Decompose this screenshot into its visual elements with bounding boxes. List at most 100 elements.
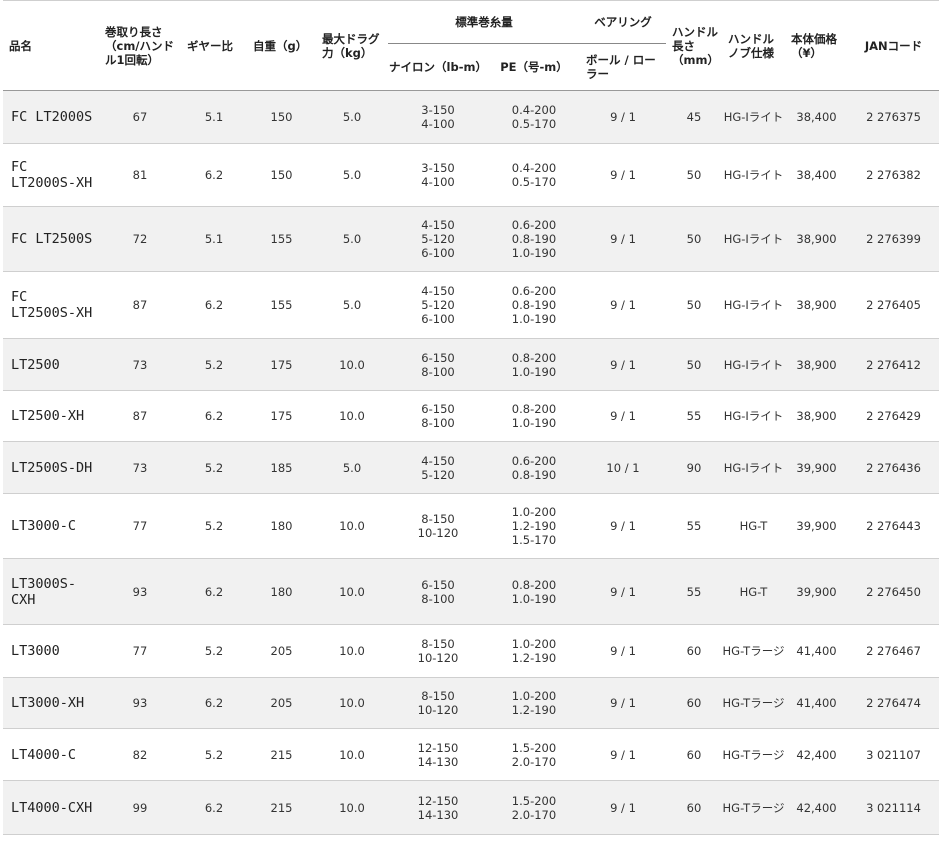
cell-drag: 10.0 <box>339 519 365 533</box>
cell-retrieve: 77 <box>132 644 148 658</box>
cell-handle-length: 60 <box>686 800 702 815</box>
cell-pe-line: 0.4-200 <box>511 161 557 175</box>
cell-drag: 5.0 <box>342 168 362 182</box>
cell-nylon: 8-150 10-120 <box>388 625 488 678</box>
cell-drag: 10.0 <box>339 584 365 599</box>
cell-pe: 1.5-200 2.0-170 <box>488 781 580 835</box>
cell-nylon-line: 10-120 <box>417 651 459 665</box>
cell-retrieve: 99 <box>132 800 148 815</box>
cell-name: LT3000-XH <box>11 695 85 711</box>
cell-pe-line: 0.8-200 <box>511 577 557 592</box>
cell-retrieve: 93 <box>132 696 148 710</box>
cell-pe-line: 0.6-200 <box>511 218 557 232</box>
header-knob: ハンドルノブ仕様 <box>728 31 774 60</box>
cell-nylon-line: 6-100 <box>421 312 455 326</box>
cell-pe-line: 0.6-200 <box>511 284 557 298</box>
cell-pe-line: 1.5-200 <box>511 793 557 808</box>
cell-nylon-line: 5-120 <box>421 467 455 482</box>
cell-pe-line: 1.0-200 <box>511 689 557 703</box>
cell-pe-line: 0.6-200 <box>511 453 557 468</box>
cell-name: FC LT2500S-XH <box>11 289 93 321</box>
cell-name: FC LT2500S <box>11 231 93 247</box>
cell-jan: 3 021107 <box>866 747 921 762</box>
cell-price: 38,900 <box>796 232 837 246</box>
cell-drag: 10.0 <box>339 800 365 815</box>
cell-retrieve: 72 <box>132 232 148 246</box>
cell-price: 38,900 <box>796 357 837 372</box>
cell-handle-length: 50 <box>686 168 702 182</box>
cell-nylon-line: 10-120 <box>417 703 459 717</box>
cell-nylon-line: 8-100 <box>421 591 455 606</box>
cell-nylon-line: 4-150 <box>421 453 455 468</box>
table-row: LT3000S-CXH 93 6.2 180 10.0 6-150 8-100 0.8-200… <box>3 558 939 625</box>
table-row: LT4000-C 82 5.2 215 10.0 12-150 14-130 1.5-200 2… <box>3 729 939 781</box>
cell-bearing: 9 / 1 <box>610 357 636 372</box>
cell-pe-line: 2.0-170 <box>511 754 557 769</box>
header-pe: PE（号-m） <box>500 60 568 74</box>
cell-gear: 6.2 <box>204 409 224 423</box>
table-row: LT2500-XH 87 6.2 175 10.0 6-150 8-100 0.8-200 1.… <box>3 391 939 442</box>
cell-name: LT2500S-DH <box>11 459 93 476</box>
cell-nylon: 6-150 8-100 <box>388 559 488 625</box>
cell-pe-line: 0.8-200 <box>511 350 557 365</box>
cell-pe-line: 1.0-190 <box>511 416 557 430</box>
cell-pe-line: 0.5-170 <box>511 117 557 131</box>
cell-jan: 2 276429 <box>866 409 921 423</box>
cell-nylon-line: 5-120 <box>421 232 455 246</box>
table-row: LT2500 73 5.2 175 10.0 6-150 8-100 0.8-200 1.0-1… <box>3 338 939 391</box>
cell-bearing: 9 / 1 <box>610 696 636 710</box>
cell-price: 38,900 <box>796 298 837 312</box>
cell-price: 39,900 <box>796 584 837 599</box>
table-body: FC LT2000S 67 5.1 150 5.0 3-150 4-100 0.4-200 0.… <box>3 90 939 835</box>
cell-bearing: 9 / 1 <box>610 168 636 182</box>
cell-retrieve: 93 <box>132 584 148 599</box>
cell-gear: 6.2 <box>204 298 224 312</box>
cell-name: LT3000S-CXH <box>11 575 77 608</box>
cell-retrieve: 87 <box>132 409 148 423</box>
cell-pe-line: 0.8-190 <box>511 298 557 312</box>
cell-pe-line: 1.0-190 <box>511 246 557 260</box>
cell-nylon-line: 14-130 <box>417 754 459 769</box>
cell-weight: 155 <box>270 232 293 246</box>
cell-handle-length: 45 <box>686 110 702 124</box>
cell-jan: 2 276399 <box>866 232 921 246</box>
cell-knob: HG-T <box>739 584 768 599</box>
table-row: LT2500S-DH 73 5.2 185 5.0 4-150 5-120 0.6-200 0.… <box>3 441 939 494</box>
header-bearing-sub: ボール / ローラー <box>586 53 656 81</box>
cell-jan: 2 276436 <box>866 460 921 475</box>
cell-retrieve: 73 <box>132 460 148 475</box>
cell-pe-line: 0.4-200 <box>511 103 557 117</box>
cell-pe: 0.8-200 1.0-190 <box>488 391 580 442</box>
cell-jan: 2 276443 <box>866 519 921 533</box>
table-row: FC LT2500S-XH 87 6.2 155 5.0 4-150 5-120 6-100 0… <box>3 272 939 339</box>
cell-pe-line: 0.5-170 <box>511 175 557 189</box>
cell-bearing: 9 / 1 <box>610 800 636 815</box>
cell-drag: 5.0 <box>342 460 362 475</box>
header-jan: JANコード <box>864 38 923 53</box>
cell-pe-line: 0.8-200 <box>511 402 557 416</box>
cell-pe: 0.6-200 0.8-190 1.0-190 <box>488 207 580 272</box>
cell-nylon: 4-150 5-120 6-100 <box>388 207 488 272</box>
cell-drag: 10.0 <box>339 747 365 762</box>
cell-gear: 6.2 <box>204 800 224 815</box>
cell-handle-length: 55 <box>686 409 702 423</box>
cell-handle-length: 90 <box>686 460 702 475</box>
cell-name: LT4000-CXH <box>11 799 93 816</box>
cell-drag: 5.0 <box>342 232 362 246</box>
cell-weight: 175 <box>270 409 293 423</box>
cell-nylon: 8-150 10-120 <box>388 678 488 729</box>
cell-pe-line: 1.5-200 <box>511 740 557 755</box>
cell-nylon-line: 4-150 <box>421 284 455 298</box>
table-row: LT3000-C 77 5.2 180 10.0 8-150 10-120 1.0-200 1.… <box>3 494 939 559</box>
cell-nylon-line: 8-150 <box>421 637 455 651</box>
cell-bearing: 9 / 1 <box>610 110 636 124</box>
cell-price: 39,900 <box>796 519 837 533</box>
cell-price: 42,400 <box>796 747 837 762</box>
cell-weight: 185 <box>270 460 293 475</box>
cell-pe-line: 1.0-200 <box>511 505 557 519</box>
header-handle-length: ハンドル長さ（mm） <box>672 24 719 67</box>
cell-knob: HG-Iライト <box>723 232 784 246</box>
cell-retrieve: 77 <box>132 519 148 533</box>
cell-price: 41,400 <box>796 696 837 710</box>
cell-bearing: 9 / 1 <box>610 644 636 658</box>
